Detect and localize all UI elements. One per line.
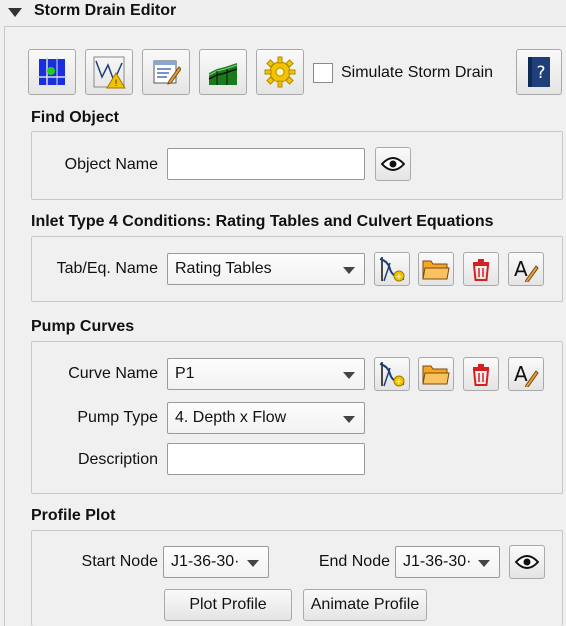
chevron-down-icon: [343, 416, 355, 423]
object-name-input[interactable]: [167, 148, 365, 180]
profile-plot-group: [31, 530, 563, 626]
animate-profile-button[interactable]: Animate Profile: [303, 589, 427, 621]
trash-icon: [472, 364, 490, 386]
pump-delete-button[interactable]: [463, 357, 499, 391]
help-button[interactable]: ?: [516, 49, 562, 95]
profile-plot-title: Profile Plot: [31, 507, 116, 524]
help-book-icon: ?: [528, 57, 550, 87]
help-label: ?: [536, 63, 545, 83]
pump-rename-button[interactable]: A: [508, 357, 544, 391]
svg-text:A: A: [514, 257, 528, 281]
node-grid-icon: [37, 57, 67, 87]
network-warning-icon: !: [93, 56, 126, 89]
inlet-new-curve-button[interactable]: +: [374, 252, 410, 286]
editor-title: Storm Drain Editor: [34, 2, 177, 19]
pump-type-label: Pump Type: [77, 409, 158, 426]
find-object-view-button[interactable]: [375, 147, 411, 181]
description-label: Description: [77, 451, 158, 468]
folder-icon: [422, 260, 450, 280]
tab-eq-name-select[interactable]: Rating Tables: [167, 253, 365, 285]
description-input[interactable]: [167, 443, 365, 475]
eye-icon: [515, 555, 539, 569]
inlet-section-title: Inlet Type 4 Conditions: Rating Tables a…: [31, 213, 494, 230]
svg-text:+: +: [396, 377, 403, 386]
tab-eq-name-value: Rating Tables: [175, 260, 272, 277]
end-node-select[interactable]: J1-36-30·: [395, 546, 500, 578]
tab-eq-name-label: Tab/Eq. Name: [56, 260, 158, 277]
settings-gear-icon: [264, 56, 296, 88]
curve-name-value: P1: [175, 365, 195, 382]
new-curve-icon: +: [379, 257, 405, 282]
curve-name-label: Curve Name: [68, 365, 158, 382]
terrain-profile-icon: [208, 63, 238, 85]
inlet-open-folder-button[interactable]: [418, 252, 454, 286]
simulate-checkbox-label: Simulate Storm Drain: [341, 64, 494, 81]
trash-icon: [472, 259, 490, 281]
svg-text:+: +: [396, 272, 403, 281]
terrain-profile-button[interactable]: [199, 49, 247, 95]
start-node-value: J1-36-30·: [171, 553, 240, 570]
settings-gear-button[interactable]: [256, 49, 304, 95]
new-curve-icon: +: [379, 362, 405, 387]
start-node-select[interactable]: J1-36-30·: [163, 546, 269, 578]
eye-icon: [381, 157, 405, 171]
pump-type-value: 4. Depth x Flow: [175, 409, 287, 426]
collapse-arrow-icon[interactable]: [8, 8, 22, 17]
editor-header[interactable]: Storm Drain Editor: [0, 0, 566, 26]
plot-profile-button[interactable]: Plot Profile: [164, 589, 292, 621]
inlet-delete-button[interactable]: [463, 252, 499, 286]
rename-icon: A: [514, 362, 539, 387]
chevron-down-icon: [343, 267, 355, 274]
start-node-label: Start Node: [81, 553, 158, 570]
folder-icon: [422, 365, 450, 385]
pump-new-curve-button[interactable]: +: [374, 357, 410, 391]
rename-icon: A: [514, 257, 539, 282]
svg-text:A: A: [514, 362, 528, 386]
edit-form-icon: [153, 60, 181, 85]
pump-curves-title: Pump Curves: [31, 318, 135, 335]
profile-view-button[interactable]: [509, 545, 545, 579]
node-grid-button[interactable]: [28, 49, 76, 95]
end-node-value: J1-36-30·: [403, 553, 472, 570]
network-warning-button[interactable]: !: [85, 49, 133, 95]
find-object-title: Find Object: [31, 109, 119, 126]
pump-open-folder-button[interactable]: [418, 357, 454, 391]
simulate-checkbox-box[interactable]: [313, 63, 333, 83]
simulate-storm-drain-checkbox[interactable]: Simulate Storm Drain: [313, 62, 493, 84]
chevron-down-icon: [478, 560, 490, 567]
chevron-down-icon: [247, 560, 259, 567]
object-name-label: Object Name: [64, 156, 158, 173]
end-node-label: End Node: [318, 553, 390, 570]
chevron-down-icon: [343, 372, 355, 379]
edit-form-button[interactable]: [142, 49, 190, 95]
svg-text:!: !: [114, 79, 118, 89]
curve-name-select[interactable]: P1: [167, 358, 365, 390]
inlet-rename-button[interactable]: A: [508, 252, 544, 286]
pump-type-select[interactable]: 4. Depth x Flow: [167, 402, 365, 434]
